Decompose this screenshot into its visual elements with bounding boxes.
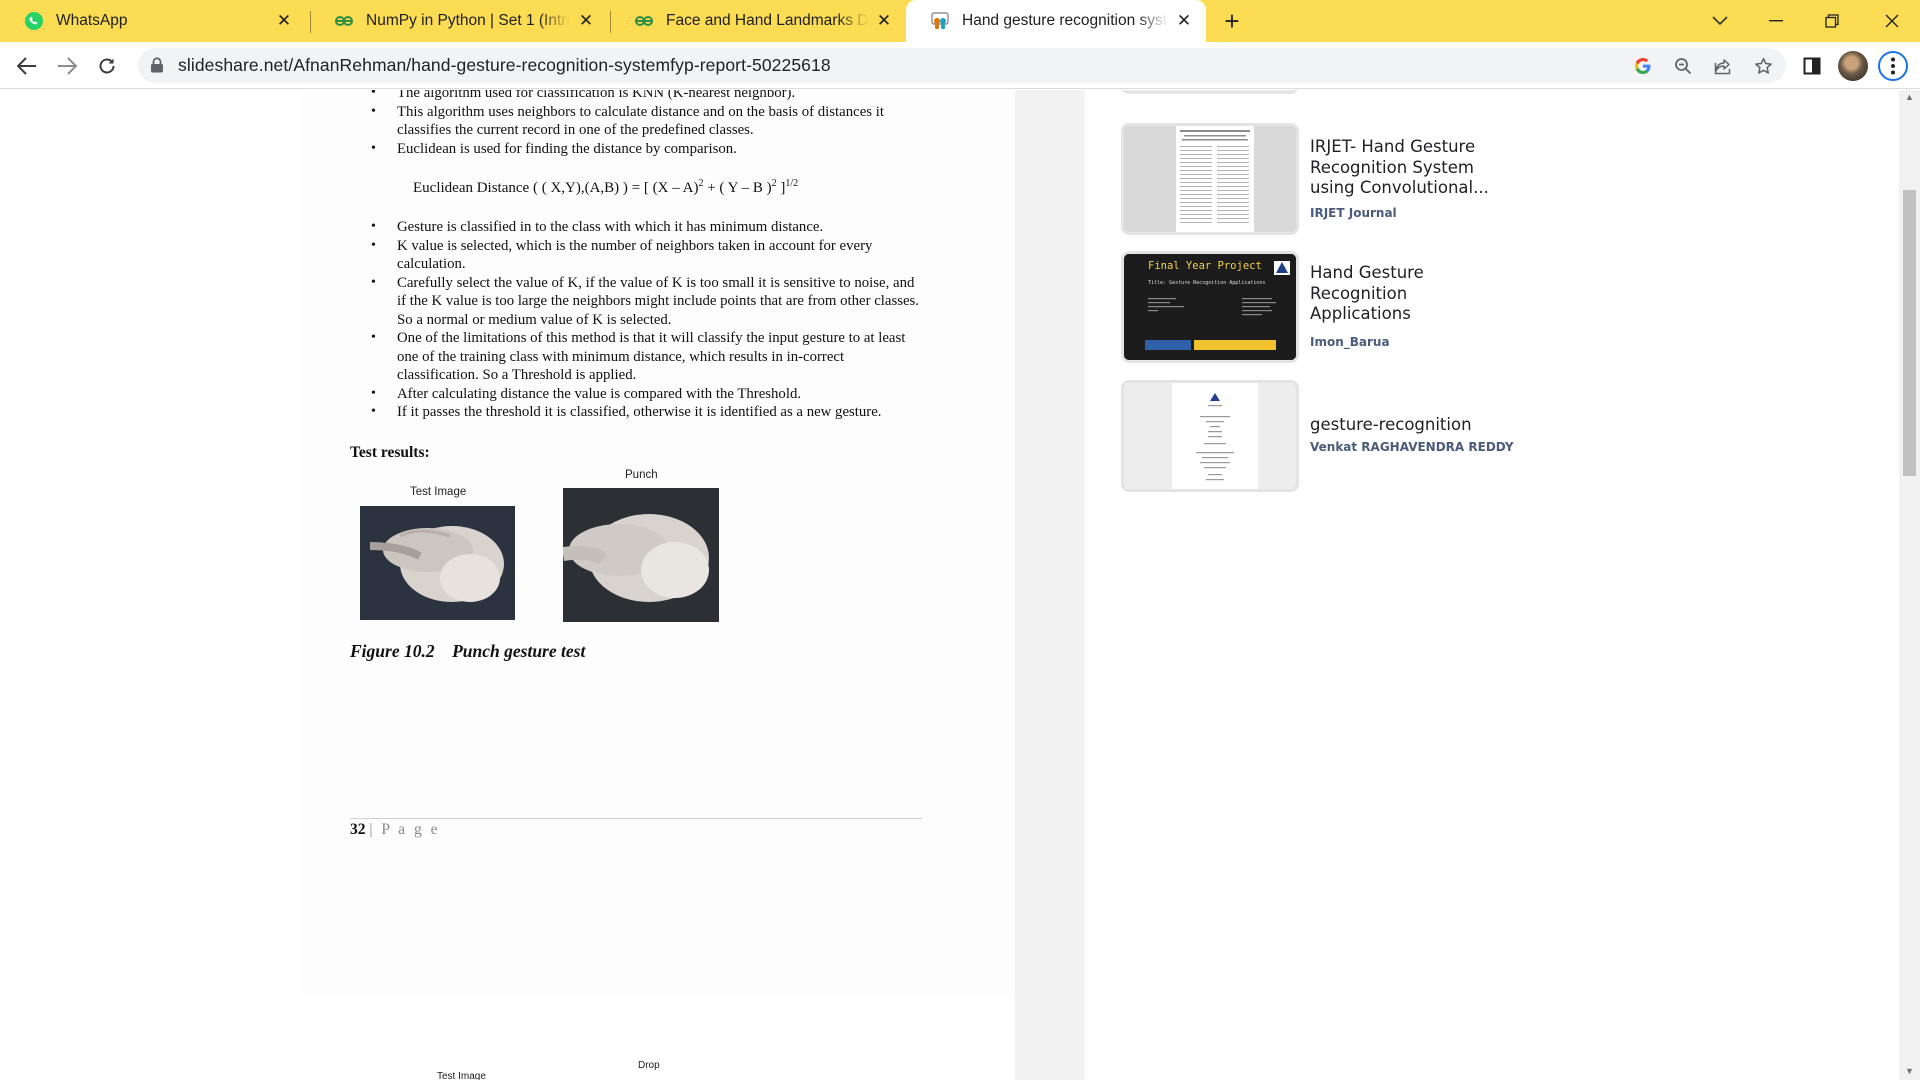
thumbnail-slide: Final Year Project Title: Gesture Recogn…: [1124, 254, 1296, 360]
close-tab-icon[interactable]: ✕: [874, 11, 894, 31]
slideshare-icon: [930, 11, 950, 31]
lock-icon[interactable]: [150, 57, 164, 78]
close-tab-icon[interactable]: ✕: [274, 11, 294, 31]
test-image-fist-photo: [360, 506, 515, 620]
profile-avatar[interactable]: [1838, 51, 1868, 81]
tab-whatsapp[interactable]: WhatsApp ✕: [0, 0, 306, 42]
punch-image-fist-photo: [563, 488, 719, 622]
close-tab-icon[interactable]: ✕: [576, 11, 596, 31]
scrollbar-thumb[interactable]: [1903, 190, 1916, 476]
forward-icon[interactable]: [52, 51, 82, 81]
thumbnail-yellow-bar: [1194, 340, 1276, 350]
minimize-icon[interactable]: [1748, 0, 1804, 42]
thumbnail-subtitle: Title: Gesture Recognition Applications: [1148, 280, 1266, 286]
scroll-up-icon[interactable]: ▲: [1904, 92, 1915, 103]
bullet-list-top: The algorithm used for classification is…: [350, 90, 925, 158]
bullet-item: If it passes the threshold it is classif…: [350, 403, 925, 422]
tab-face-hand-landmarks[interactable]: Face and Hand Landmarks Detection ✕: [610, 0, 906, 42]
related-sidebar: [1085, 90, 1900, 1080]
viewer-gutter: [1015, 90, 1085, 1080]
next-test-image-label: Test Image: [437, 1071, 486, 1080]
tab-strip: WhatsApp ✕ NumPy in Python | Set 1 (Intr…: [0, 0, 1920, 42]
tab-hand-gesture-active[interactable]: Hand gesture recognition system ✕: [906, 0, 1206, 42]
bookmark-star-icon[interactable]: [1752, 55, 1774, 77]
back-icon[interactable]: [12, 51, 42, 81]
bullet-item: The algorithm used for classification is…: [350, 90, 925, 103]
thumbnail-blue-bar: [1145, 340, 1191, 350]
related-card-thumbnail[interactable]: [1121, 380, 1299, 492]
thumbnail-heading: Final Year Project: [1148, 260, 1262, 272]
related-card-thumbnail[interactable]: [1121, 123, 1299, 235]
bullet-item: Gesture is classified in to the class wi…: [350, 218, 925, 237]
tab-title: NumPy in Python | Set 1 (Introduction): [366, 12, 570, 29]
geeksforgeeks-icon: [334, 11, 354, 31]
bullet-item: One of the limitations of this method is…: [350, 329, 925, 385]
document-viewer: The algorithm used for classification is…: [0, 90, 1015, 1080]
tab-title: WhatsApp: [56, 12, 128, 29]
bullet-item: Carefully select the value of K, if the …: [350, 274, 925, 330]
related-card-author[interactable]: Venkat RAGHAVENDRA REDDY: [1310, 440, 1514, 454]
new-tab-button[interactable]: +: [1218, 8, 1246, 36]
drop-image-label: Drop: [638, 1060, 660, 1071]
related-card-author[interactable]: Imon_Barua: [1310, 335, 1390, 349]
address-bar[interactable]: slideshare.net/AfnanRehman/hand-gesture-…: [138, 48, 1786, 83]
page-scrollbar[interactable]: ▲ ▼: [1899, 90, 1920, 1080]
url-text[interactable]: slideshare.net/AfnanRehman/hand-gesture-…: [178, 55, 831, 76]
close-window-icon[interactable]: [1864, 0, 1920, 42]
page-number: 32 | P a g e: [350, 821, 441, 838]
tab-search-chevron-icon[interactable]: [1692, 0, 1748, 42]
related-card-author[interactable]: IRJET Journal: [1310, 206, 1397, 220]
related-card-title[interactable]: Hand Gesture Recognition Applications: [1310, 263, 1500, 325]
side-panel-icon[interactable]: [1797, 51, 1827, 81]
bullet-item: Euclidean is used for finding the distan…: [350, 140, 925, 159]
bullet-item: K value is selected, which is the number…: [350, 237, 925, 274]
chrome-menu-icon[interactable]: [1878, 51, 1908, 81]
related-card-thumbnail[interactable]: Final Year Project Title: Gesture Recogn…: [1121, 251, 1299, 363]
footer-rule: [350, 818, 922, 819]
zoom-icon[interactable]: [1672, 55, 1694, 77]
close-tab-icon[interactable]: ✕: [1174, 11, 1194, 31]
google-icon[interactable]: [1632, 55, 1654, 77]
scroll-down-icon[interactable]: ▼: [1904, 1066, 1915, 1077]
share-icon[interactable]: [1712, 55, 1734, 77]
related-card-title[interactable]: IRJET- Hand Gesture Recognition System u…: [1310, 137, 1500, 199]
euclidean-formula: Euclidean Distance ( ( X,Y),(A,B) ) = [ …: [413, 178, 799, 196]
restore-icon[interactable]: [1804, 0, 1860, 42]
related-card-title[interactable]: gesture-recognition: [1310, 415, 1500, 436]
figure-caption: Figure 10.2 Punch gesture test: [350, 641, 586, 661]
geeksforgeeks-icon: [634, 11, 654, 31]
bullet-list-bottom: Gesture is classified in to the class wi…: [350, 218, 925, 422]
whatsapp-icon: [24, 11, 44, 31]
tab-title: Hand gesture recognition system: [962, 12, 1168, 29]
tab-title: Face and Hand Landmarks Detection: [666, 12, 868, 29]
thumbnail-detail-lines: [1148, 298, 1276, 316]
test-results-heading: Test results:: [350, 444, 430, 461]
page-content: The algorithm used for classification is…: [0, 90, 1920, 1080]
reload-icon[interactable]: [92, 51, 122, 81]
tab-numpy[interactable]: NumPy in Python | Set 1 (Introduction) ✕: [310, 0, 608, 42]
bullet-item: This algorithm uses neighbors to calcula…: [350, 103, 925, 140]
university-logo-icon: [1274, 261, 1290, 280]
bullet-item: After calculating distance the value is …: [350, 385, 925, 404]
punch-image-label: Punch: [625, 469, 658, 481]
related-card-thumbnail[interactable]: [1121, 90, 1299, 94]
test-image-label: Test Image: [410, 486, 467, 498]
browser-toolbar: slideshare.net/AfnanRehman/hand-gesture-…: [0, 42, 1920, 89]
